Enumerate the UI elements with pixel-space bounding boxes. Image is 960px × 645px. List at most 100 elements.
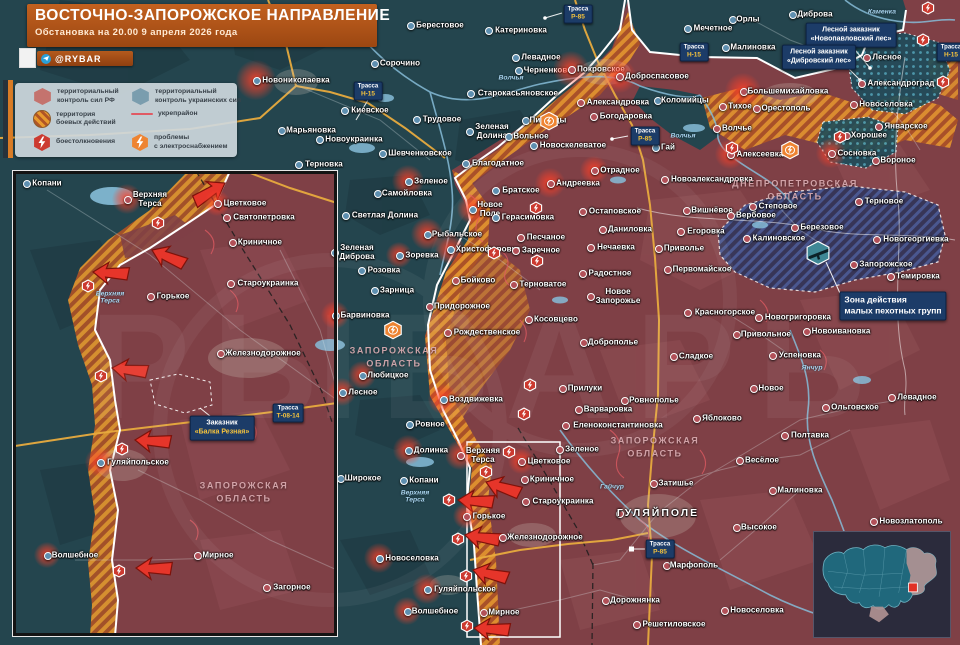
town-pin	[749, 203, 757, 211]
town-pin	[769, 487, 777, 495]
town-label: Нечаевка	[597, 242, 635, 251]
town-pin	[337, 475, 345, 483]
occupied-crimea	[869, 607, 889, 623]
qr-code	[19, 48, 36, 68]
clash-icon	[487, 246, 501, 259]
clash-icon	[479, 465, 493, 478]
highway-label: ТрассаН-15	[680, 43, 709, 62]
town-label: Отрадное	[600, 165, 640, 174]
town-label: Лесное	[348, 387, 377, 396]
callout-line: «Балка Резная»	[195, 429, 250, 436]
town-label: Сосновка	[838, 148, 877, 157]
town-pin	[444, 329, 452, 337]
town-pin	[683, 207, 691, 215]
town-label: Малиновка	[777, 485, 822, 494]
town-label: Вольное	[513, 131, 548, 140]
town-pin	[587, 244, 595, 252]
clash-icon	[112, 564, 126, 577]
town-pin	[872, 157, 880, 165]
town-pin	[341, 107, 349, 115]
town-pin	[791, 224, 799, 232]
highway-label-word: Трасса	[568, 7, 589, 14]
town-label: Орестополь	[761, 103, 810, 112]
town-label: Сорочино	[380, 58, 420, 67]
town-label: Марфополь	[670, 560, 718, 569]
ru-control-icon	[33, 88, 52, 105]
town-pin	[719, 103, 727, 111]
town-pin	[755, 314, 763, 322]
town-pin	[713, 125, 721, 133]
town-label: Зоревка	[405, 250, 438, 259]
town-pin	[499, 534, 507, 542]
highway-label: ТрассаТ-08-14	[273, 404, 304, 423]
river-label: Янчур	[802, 364, 823, 371]
map-callout: Лесной заказник«Дибровский лес»	[782, 45, 856, 70]
town-pin	[214, 200, 222, 208]
fortified-line-icon	[131, 113, 153, 115]
city-label: ГУЛЯЙПОЛЕ	[617, 507, 699, 519]
town-label: Загорное	[273, 582, 310, 591]
town-pin	[147, 293, 155, 301]
town-pin	[358, 267, 366, 275]
town-pin	[562, 422, 570, 430]
town-label: Темировка	[896, 271, 940, 280]
town-label: Копани	[409, 475, 438, 484]
town-pin	[407, 22, 415, 30]
town-pin	[587, 293, 595, 301]
town-pin	[850, 261, 858, 269]
town-pin	[733, 331, 741, 339]
town-label: Бойково	[461, 275, 496, 284]
clash-icon	[460, 619, 474, 632]
town-label: Верхняя Терса	[466, 446, 500, 464]
town-pin	[579, 270, 587, 278]
town-label: Криничное	[238, 237, 282, 246]
town-label: Розовка	[368, 265, 401, 274]
town-pin	[485, 27, 493, 35]
clash-icon	[530, 254, 544, 267]
legend-item-label: укрепрайон	[158, 110, 198, 118]
town-label: Волшебное	[52, 550, 99, 559]
town-pin	[727, 212, 735, 220]
highway-number: Н-15	[941, 52, 960, 60]
town-pin	[621, 397, 629, 405]
town-label: Хорошее	[851, 130, 887, 139]
town-label: Орлы	[736, 14, 759, 23]
town-pin	[452, 277, 460, 285]
town-pin	[525, 316, 533, 324]
legend-stripe-orange	[8, 80, 13, 158]
town-label: Новоскелеватое	[540, 140, 606, 149]
town-pin	[522, 498, 530, 506]
town-label: Любицкое	[367, 370, 408, 379]
town-pin	[440, 396, 448, 404]
town-label: Даниловка	[608, 224, 652, 233]
town-label: Новоивановка	[812, 326, 871, 335]
combat-zone-icon	[33, 110, 51, 128]
town-label: Гуляйпольское	[434, 584, 496, 593]
town-pin	[721, 607, 729, 615]
highway-label-word: Трасса	[635, 129, 656, 136]
town-label: Волчье	[722, 123, 752, 132]
town-pin	[371, 60, 379, 68]
town-label: Катериновка	[495, 25, 547, 34]
town-label: Андреевка	[556, 178, 600, 187]
map-subtitle: Обстановка на 20.00 9 апреля 2026 года	[35, 27, 369, 38]
town-pin	[517, 234, 525, 242]
callout-line: малых пехотных групп	[844, 306, 941, 316]
clash-icon	[115, 442, 129, 455]
town-pin	[580, 339, 588, 347]
town-pin	[602, 597, 610, 605]
town-pin	[650, 480, 658, 488]
clash-icon	[33, 134, 51, 151]
town-pin	[371, 287, 379, 295]
town-label: Лесное	[872, 52, 901, 61]
town-pin	[887, 273, 895, 281]
town-label: Самойловка	[382, 188, 432, 197]
town-pin	[684, 309, 692, 317]
legend-item-label: проблемы с электроснабжением	[154, 134, 228, 151]
ua-control-icon	[131, 88, 150, 105]
town-pin	[858, 80, 866, 88]
town-pin	[599, 226, 607, 234]
town-label: Берестовое	[416, 20, 464, 29]
region-label: ДНЕПРОПЕТРОВСКАЯ ОБЛАСТЬ	[732, 177, 858, 202]
town-label: Остаповское	[589, 206, 641, 215]
